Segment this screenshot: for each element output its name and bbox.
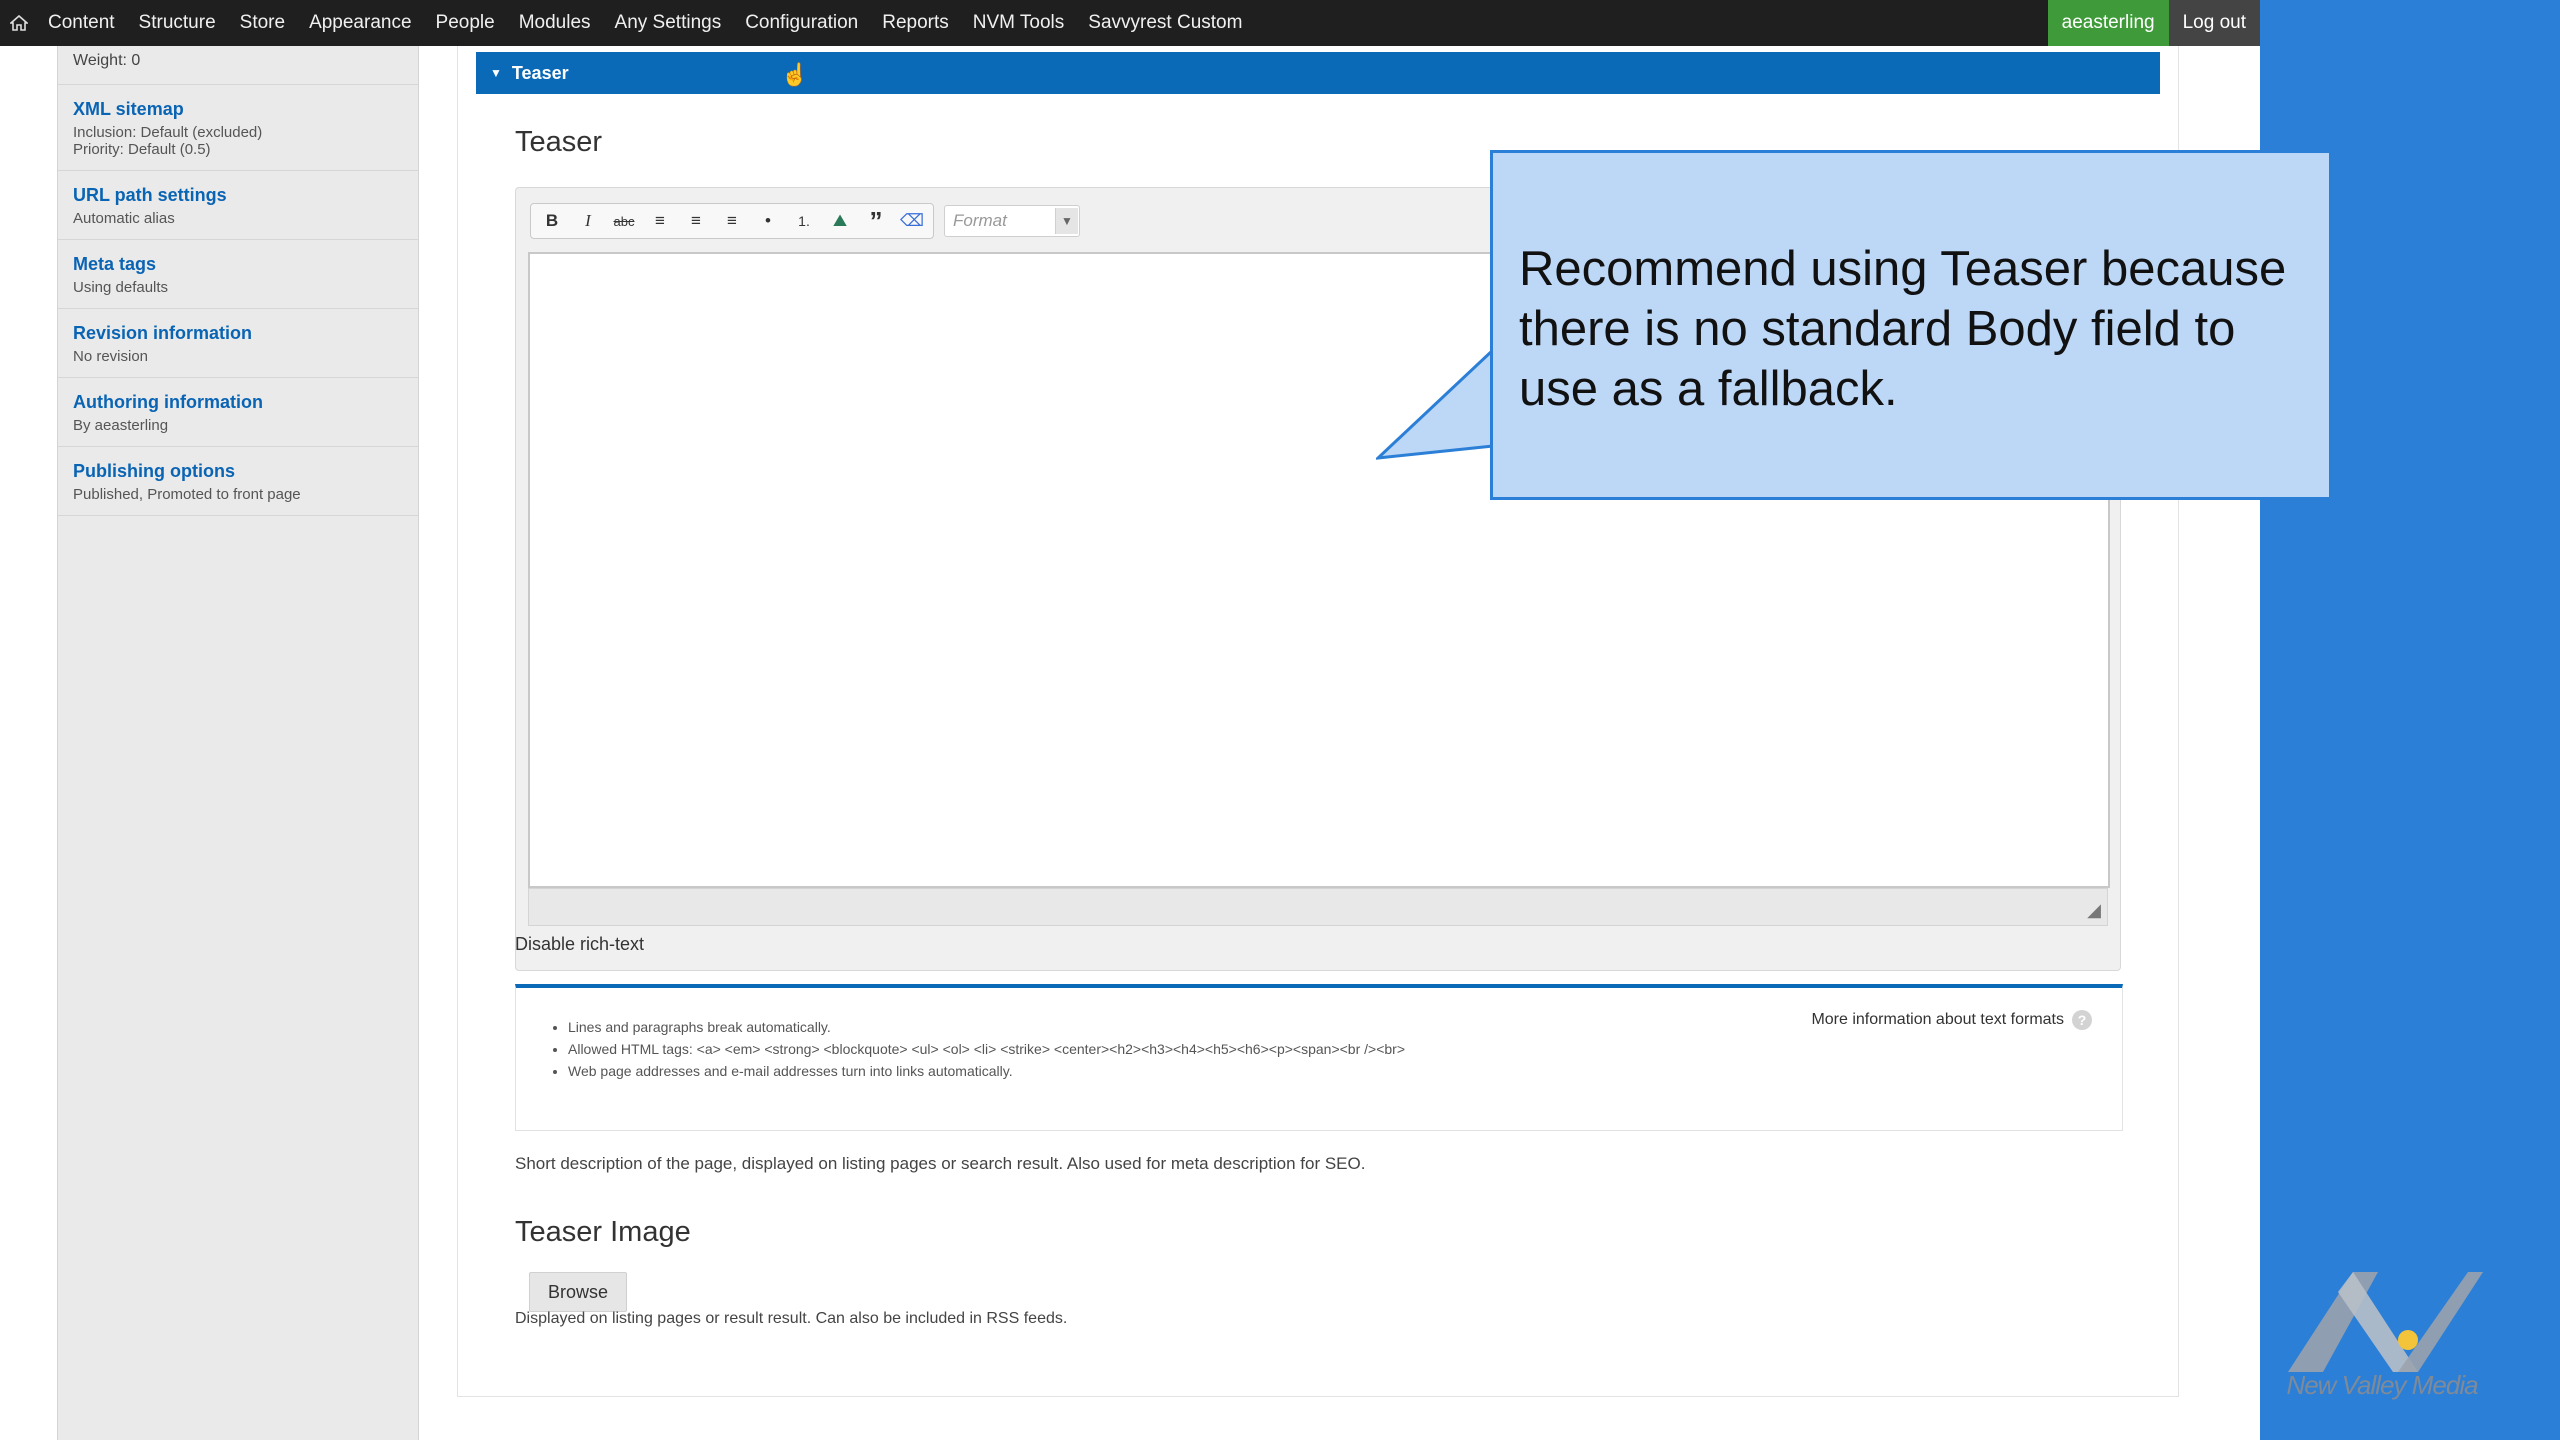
menu-appearance[interactable]: Appearance <box>297 0 423 46</box>
hand-cursor-icon: ☝ <box>781 62 809 87</box>
remove-format-button[interactable]: ⌫ <box>897 206 927 236</box>
menu-structure[interactable]: Structure <box>127 0 228 46</box>
logo-wordmark: New Valley Media <box>2286 1370 2478 1400</box>
teaser-field-label: Teaser <box>515 126 603 158</box>
more-info-label[interactable]: More information about text formats <box>1811 1011 2064 1029</box>
fieldset-title: Teaser <box>511 62 569 83</box>
vertical-tab-summary: Using defaults <box>73 279 169 296</box>
more-info-text-formats-link[interactable]: More information about text formats ? <box>1811 1010 2092 1030</box>
italic-button[interactable]: I <box>573 206 603 236</box>
vertical-tab-summary: No revision <box>73 348 149 365</box>
callout-text: Recommend using Teaser because there is … <box>1519 242 2287 416</box>
vertical-tab-authoring-information[interactable]: Authoring information By aeasterling <box>58 378 418 447</box>
caret-down-icon: ▼ <box>490 66 502 80</box>
strikethrough-button[interactable]: abc <box>609 206 639 236</box>
editor-button-group: B I abc ≡ ≡ ≡ • 1. ⛰ ” ⌫ <box>530 203 934 239</box>
vertical-tab-publishing-options[interactable]: Publishing options Published, Promoted t… <box>58 447 418 516</box>
vertical-tab-title[interactable]: XML sitemap <box>73 99 403 120</box>
vertical-tab-title[interactable]: URL path settings <box>73 185 403 206</box>
vertical-tab-revision-information[interactable]: Revision information No revision <box>58 309 418 378</box>
vertical-tab-meta-tags[interactable]: Meta tags Using defaults <box>58 240 418 309</box>
numbered-list-button[interactable]: 1. <box>789 206 819 236</box>
menu-store[interactable]: Store <box>228 0 297 46</box>
menu-reports[interactable]: Reports <box>870 0 961 46</box>
annotation-callout: Recommend using Teaser because there is … <box>1490 150 2332 500</box>
vertical-tab-summary: Priority: Default (0.5) <box>73 141 211 158</box>
vertical-tab-title[interactable]: Publishing options <box>73 461 403 482</box>
bulleted-list-button[interactable]: • <box>753 206 783 236</box>
editor-toolbar: B I abc ≡ ≡ ≡ • 1. ⛰ ” ⌫ Format ▼ <box>530 202 1080 240</box>
vertical-tab-summary: By aeasterling <box>73 417 169 434</box>
user-account-link[interactable]: aeasterling <box>2047 0 2169 46</box>
menu-nvm-tools[interactable]: NVM Tools <box>961 0 1077 46</box>
menu-savvyrest-custom[interactable]: Savvyrest Custom <box>1076 0 1254 46</box>
vertical-tabs-sidebar: Weight: 0 XML sitemap Inclusion: Default… <box>57 46 419 1440</box>
help-icon[interactable]: ? <box>2072 1010 2092 1030</box>
vertical-tab-summary: Inclusion: Default (excluded) <box>73 124 263 141</box>
text-format-guidelines: More information about text formats ? Li… <box>515 984 2123 1131</box>
vertical-tab-title[interactable]: Revision information <box>73 323 403 344</box>
weight-summary: Weight: 0 <box>58 46 418 85</box>
resize-handle-icon[interactable]: ◢ <box>2087 900 2101 921</box>
vertical-tab-title[interactable]: Authoring information <box>73 392 403 413</box>
bold-button[interactable]: B <box>537 206 567 236</box>
format-select[interactable]: Format ▼ <box>944 205 1080 237</box>
vertical-tab-title[interactable]: Meta tags <box>73 254 403 275</box>
menu-any-settings[interactable]: Any Settings <box>603 0 734 46</box>
align-right-button[interactable]: ≡ <box>717 206 747 236</box>
format-select-value: Format <box>953 211 1007 230</box>
menu-people[interactable]: People <box>424 0 507 46</box>
home-icon[interactable] <box>2 0 36 46</box>
vertical-tab-xml-sitemap[interactable]: XML sitemap Inclusion: Default (excluded… <box>58 85 418 171</box>
blockquote-button[interactable]: ” <box>861 206 891 236</box>
chevron-down-icon: ▼ <box>1055 208 1078 234</box>
teaser-fieldset-legend[interactable]: ▼ Teaser ☝ <box>476 52 2160 94</box>
image-button[interactable]: ⛰ <box>825 206 855 236</box>
logout-link[interactable]: Log out <box>2168 0 2260 46</box>
list-item: Allowed HTML tags: <a> <em> <strong> <bl… <box>568 1038 2122 1060</box>
align-left-button[interactable]: ≡ <box>645 206 675 236</box>
admin-toolbar: Content Structure Store Appearance Peopl… <box>0 0 2260 46</box>
teaser-description: Short description of the page, displayed… <box>515 1154 1366 1173</box>
callout-pointer <box>1376 350 1495 460</box>
vertical-tab-summary: Automatic alias <box>73 210 175 227</box>
editor-statusbar: ◢ <box>528 888 2108 926</box>
teaser-image-label: Teaser Image <box>515 1216 691 1248</box>
disable-rich-text-link[interactable]: Disable rich-text <box>515 934 644 955</box>
vertical-tab-url-path-settings[interactable]: URL path settings Automatic alias <box>58 171 418 240</box>
menu-content[interactable]: Content <box>36 0 127 46</box>
list-item: Web page addresses and e-mail addresses … <box>568 1060 2122 1082</box>
browse-button[interactable]: Browse <box>529 1272 627 1312</box>
vertical-tab-summary: Published, Promoted to front page <box>73 486 301 503</box>
teaser-image-description: Displayed on listing pages or result res… <box>515 1310 1068 1327</box>
align-center-button[interactable]: ≡ <box>681 206 711 236</box>
menu-modules[interactable]: Modules <box>507 0 603 46</box>
menu-configuration[interactable]: Configuration <box>733 0 870 46</box>
